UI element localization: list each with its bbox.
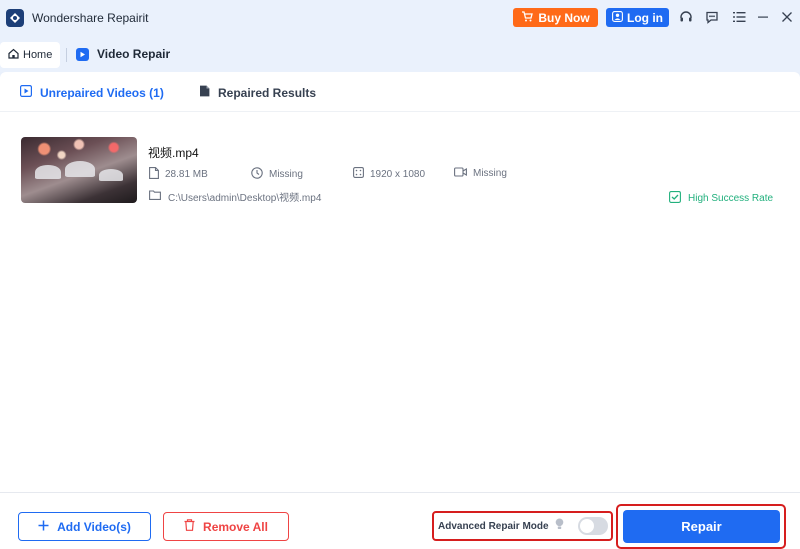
file-size: 28.81 MB bbox=[149, 167, 208, 182]
tab-repaired-results[interactable]: Repaired Results bbox=[199, 85, 316, 100]
advanced-repair-toggle[interactable] bbox=[578, 517, 608, 535]
video-thumbnail bbox=[21, 137, 137, 203]
log-in-button[interactable]: Log in bbox=[606, 8, 669, 27]
home-label: Home bbox=[23, 49, 53, 61]
video-file-name: 视频.mp4 bbox=[148, 146, 199, 160]
video-repair-title: Video Repair bbox=[97, 47, 171, 61]
log-in-label: Log in bbox=[627, 10, 663, 25]
app-logo-icon bbox=[6, 9, 24, 27]
menu-icon[interactable] bbox=[731, 9, 747, 25]
resolution-icon bbox=[353, 167, 364, 181]
advanced-repair-label: Advanced Repair Mode bbox=[438, 520, 549, 532]
close-icon[interactable] bbox=[779, 9, 795, 25]
repair-label: Repair bbox=[681, 519, 722, 534]
add-videos-button[interactable]: Add Video(s) bbox=[18, 512, 151, 541]
camera-icon bbox=[454, 167, 467, 180]
chat-icon[interactable] bbox=[704, 9, 720, 25]
file-path: C:\Users\admin\Desktop\视频.mp4 bbox=[149, 189, 321, 204]
breadcrumb-divider bbox=[66, 48, 67, 62]
footer-bar: Add Video(s) Remove All Advanced Repair … bbox=[0, 492, 800, 549]
file-icon bbox=[149, 167, 159, 182]
tab-repaired-label: Repaired Results bbox=[218, 85, 317, 100]
toggle-knob bbox=[580, 519, 594, 533]
file-size-value: 28.81 MB bbox=[165, 169, 208, 180]
document-icon bbox=[199, 85, 210, 100]
success-check-icon bbox=[669, 191, 681, 206]
remove-all-label: Remove All bbox=[203, 519, 268, 534]
video-repair-icon bbox=[76, 47, 89, 61]
home-tab[interactable]: Home bbox=[0, 42, 60, 68]
video-repair-crumb: Video Repair bbox=[76, 47, 170, 61]
home-icon bbox=[8, 48, 19, 62]
codec-value: Missing bbox=[473, 168, 507, 179]
add-videos-label: Add Video(s) bbox=[57, 519, 131, 534]
video-resolution: 1920 x 1080 bbox=[353, 167, 425, 181]
video-play-icon bbox=[20, 85, 33, 100]
results-tabs: Unrepaired Videos (1) Repaired Results bbox=[0, 72, 800, 112]
headset-icon[interactable] bbox=[678, 9, 694, 25]
repair-button[interactable]: Repair bbox=[623, 510, 780, 543]
title-bar: Wondershare Repairit Buy Now Log in bbox=[0, 0, 800, 36]
status-label: High Success Rate bbox=[688, 193, 774, 204]
remove-all-button[interactable]: Remove All bbox=[163, 512, 289, 541]
app-title: Wondershare Repairit bbox=[32, 11, 149, 25]
minimize-icon[interactable] bbox=[755, 9, 771, 25]
trash-icon bbox=[184, 519, 195, 534]
video-codec: Missing bbox=[454, 167, 507, 180]
clock-icon bbox=[251, 167, 263, 182]
status-badge: High Success Rate bbox=[669, 191, 773, 206]
buy-now-button[interactable]: Buy Now bbox=[513, 8, 598, 27]
folder-icon bbox=[149, 190, 161, 203]
advanced-repair-mode: Advanced Repair Mode bbox=[432, 511, 613, 541]
file-path-value: C:\Users\admin\Desktop\视频.mp4 bbox=[168, 193, 322, 204]
duration-value: Missing bbox=[269, 169, 303, 180]
cart-icon bbox=[521, 10, 534, 25]
plus-icon bbox=[38, 520, 49, 534]
main-panel: Unrepaired Videos (1) Repaired Results 视… bbox=[0, 72, 800, 492]
breadcrumb: Home Video Repair bbox=[0, 36, 800, 72]
buy-now-label: Buy Now bbox=[538, 10, 590, 25]
tab-unrepaired-label: Unrepaired Videos (1) bbox=[40, 85, 164, 100]
tab-unrepaired-videos[interactable]: Unrepaired Videos (1) bbox=[20, 85, 164, 100]
video-duration: Missing bbox=[251, 167, 303, 182]
user-icon bbox=[612, 10, 623, 25]
lightbulb-icon[interactable] bbox=[555, 517, 564, 535]
video-list-item[interactable]: 视频.mp4 28.81 MB Missing 1920 x 1080 Miss… bbox=[0, 130, 800, 210]
resolution-value: 1920 x 1080 bbox=[370, 168, 426, 180]
